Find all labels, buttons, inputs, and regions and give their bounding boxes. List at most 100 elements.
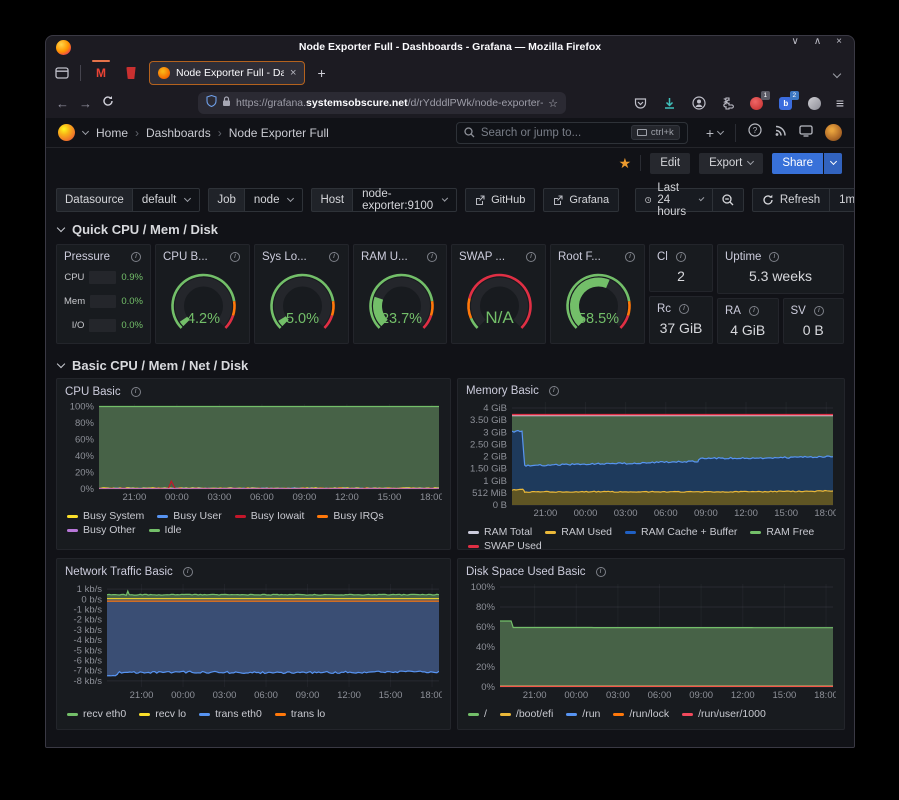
legend-item[interactable]: /run: [566, 708, 600, 720]
breadcrumb-item-node-exporter-full[interactable]: Node Exporter Full: [229, 126, 329, 140]
panel-header[interactable]: Cli: [657, 250, 705, 264]
refresh-interval-dropdown[interactable]: 1m: [830, 188, 854, 212]
help-icon[interactable]: ?: [748, 123, 762, 142]
export-button[interactable]: Export: [699, 153, 763, 174]
legend-item[interactable]: /run/user/1000: [682, 708, 766, 720]
url-bar[interactable]: https://grafana.systemsobscure.net/d/rYd…: [198, 92, 566, 114]
user-avatar[interactable]: [825, 124, 842, 141]
window-maximize-icon[interactable]: ∧: [814, 36, 821, 47]
legend-item[interactable]: SWAP Used: [468, 540, 542, 550]
panel-header[interactable]: RAi: [725, 304, 771, 318]
pinned-tab-red-app[interactable]: [119, 61, 143, 85]
search-input[interactable]: Search or jump to... ctrl+k: [456, 122, 688, 144]
account-icon[interactable]: [691, 95, 707, 111]
panel-header[interactable]: Network Traffic Basici: [65, 565, 442, 579]
section-row-quick[interactable]: Quick CPU / Mem / Disk: [56, 216, 844, 242]
panel-header[interactable]: RAM U...i: [361, 250, 439, 264]
breadcrumb-item-home[interactable]: Home: [96, 126, 128, 140]
chart-container[interactable]: 0 B512 MiB1 GiB1.50 GiB2 GiB2.50 GiB3 Gi…: [466, 398, 836, 525]
legend-item[interactable]: RAM Total: [468, 526, 532, 538]
panel-header[interactable]: SVi: [791, 304, 837, 318]
info-icon[interactable]: i: [131, 252, 141, 262]
legend-item[interactable]: trans lo: [275, 708, 325, 720]
legend-item[interactable]: /boot/efi: [500, 708, 553, 720]
info-icon[interactable]: i: [679, 304, 689, 314]
panel-header[interactable]: Sys Lo...i: [262, 250, 341, 264]
panel-header[interactable]: Root F...i: [558, 250, 637, 264]
lock-icon[interactable]: [222, 94, 231, 112]
info-icon[interactable]: i: [769, 252, 779, 262]
back-button[interactable]: ←: [56, 96, 69, 111]
legend-item[interactable]: RAM Free: [750, 526, 814, 538]
panel-header[interactable]: SWAP ...i: [459, 250, 538, 264]
new-dashboard-button[interactable]: +: [706, 125, 723, 141]
chart-plot-area[interactable]: 0%20%40%60%80%100%21:0000:0003:0006:0009…: [65, 400, 442, 504]
reload-button[interactable]: [102, 94, 114, 112]
chart-container[interactable]: 0%20%40%60%80%100%21:0000:0003:0006:0009…: [65, 400, 442, 509]
info-icon[interactable]: i: [329, 252, 339, 262]
pinned-tab-gmail[interactable]: M: [89, 61, 113, 85]
legend-item[interactable]: Busy Iowait: [235, 510, 305, 522]
github-link-button[interactable]: GitHub: [465, 188, 535, 212]
panel-header[interactable]: Pressure i: [64, 250, 143, 264]
panel-header[interactable]: Memory Basici: [466, 385, 836, 397]
info-icon[interactable]: i: [596, 567, 606, 577]
variable-value-dropdown[interactable]: node: [244, 188, 304, 212]
active-tab[interactable]: Node Exporter Full - Dashbo ×: [149, 61, 305, 85]
info-icon[interactable]: i: [549, 386, 559, 396]
extension-grey-icon[interactable]: [807, 95, 823, 111]
news-rss-icon[interactable]: [774, 124, 787, 142]
legend-item[interactable]: recv lo: [139, 708, 186, 720]
window-titlebar[interactable]: Node Exporter Full - Dashboards - Grafan…: [46, 36, 854, 58]
info-icon[interactable]: i: [625, 252, 635, 262]
legend-item[interactable]: /: [468, 708, 487, 720]
panel-header[interactable]: Disk Space Used Basici: [466, 565, 836, 579]
nav-chevron-icon[interactable]: [82, 127, 89, 134]
legend-item[interactable]: Busy System: [67, 510, 144, 522]
chart-container[interactable]: 0%20%40%60%80%100%21:0000:0003:0006:0009…: [466, 580, 836, 707]
window-close-icon[interactable]: ×: [836, 36, 842, 47]
extension-blue-icon[interactable]: b 2: [778, 95, 794, 111]
legend-item[interactable]: recv eth0: [67, 708, 126, 720]
forward-button[interactable]: →: [79, 96, 92, 111]
legend-item[interactable]: /run/lock: [613, 708, 669, 720]
bookmark-star-icon[interactable]: ☆: [548, 97, 558, 110]
window-minimize-icon[interactable]: ∨: [792, 36, 799, 47]
info-icon[interactable]: i: [131, 387, 141, 397]
panel-header[interactable]: CPU B...i: [163, 250, 242, 264]
variable-value-dropdown[interactable]: node-exporter:9100: [352, 188, 457, 212]
panel-header[interactable]: CPU Basici: [65, 385, 442, 399]
zoom-out-button[interactable]: [713, 188, 744, 212]
share-button[interactable]: Share: [772, 153, 823, 174]
chart-plot-area[interactable]: 0%20%40%60%80%100%21:0000:0003:0006:0009…: [466, 580, 836, 702]
firefox-view-button[interactable]: [52, 64, 72, 82]
tab-close-button[interactable]: ×: [290, 67, 296, 79]
info-icon[interactable]: i: [230, 252, 240, 262]
refresh-button[interactable]: Refresh: [752, 188, 830, 212]
chart-plot-area[interactable]: 0 B512 MiB1 GiB1.50 GiB2 GiB2.50 GiB3 Gi…: [466, 398, 836, 520]
hamburger-menu-icon[interactable]: ≡: [836, 95, 844, 111]
legend-item[interactable]: Busy Other: [67, 524, 136, 536]
legend-item[interactable]: RAM Used: [545, 526, 612, 538]
info-icon[interactable]: i: [814, 306, 824, 316]
share-dropdown-button[interactable]: [824, 153, 842, 174]
downloads-icon[interactable]: [662, 95, 678, 111]
chart-plot-area[interactable]: 1 kb/s0 b/s-1 kb/s-2 kb/s-3 kb/s-4 kb/s-…: [65, 580, 442, 702]
extensions-puzzle-icon[interactable]: [720, 95, 736, 111]
variable-value-dropdown[interactable]: default: [132, 188, 201, 212]
panel-header[interactable]: Uptimei: [725, 250, 836, 264]
legend-item[interactable]: Idle: [149, 524, 182, 536]
breadcrumb-item-dashboards[interactable]: Dashboards: [146, 126, 211, 140]
grafana-logo-icon[interactable]: [58, 124, 75, 141]
info-icon[interactable]: i: [676, 252, 686, 262]
legend-item[interactable]: Busy IRQs: [317, 510, 383, 522]
time-range-picker[interactable]: Last 24 hours: [635, 188, 713, 212]
pocket-icon[interactable]: [633, 95, 649, 111]
info-icon[interactable]: i: [526, 252, 536, 262]
chart-container[interactable]: 1 kb/s0 b/s-1 kb/s-2 kb/s-3 kb/s-4 kb/s-…: [65, 580, 442, 707]
kiosk-monitor-icon[interactable]: [799, 124, 813, 142]
list-all-tabs-button[interactable]: [834, 64, 848, 82]
legend-item[interactable]: Busy User: [157, 510, 221, 522]
legend-item[interactable]: trans eth0: [199, 708, 262, 720]
panel-header[interactable]: Rci: [657, 302, 705, 316]
